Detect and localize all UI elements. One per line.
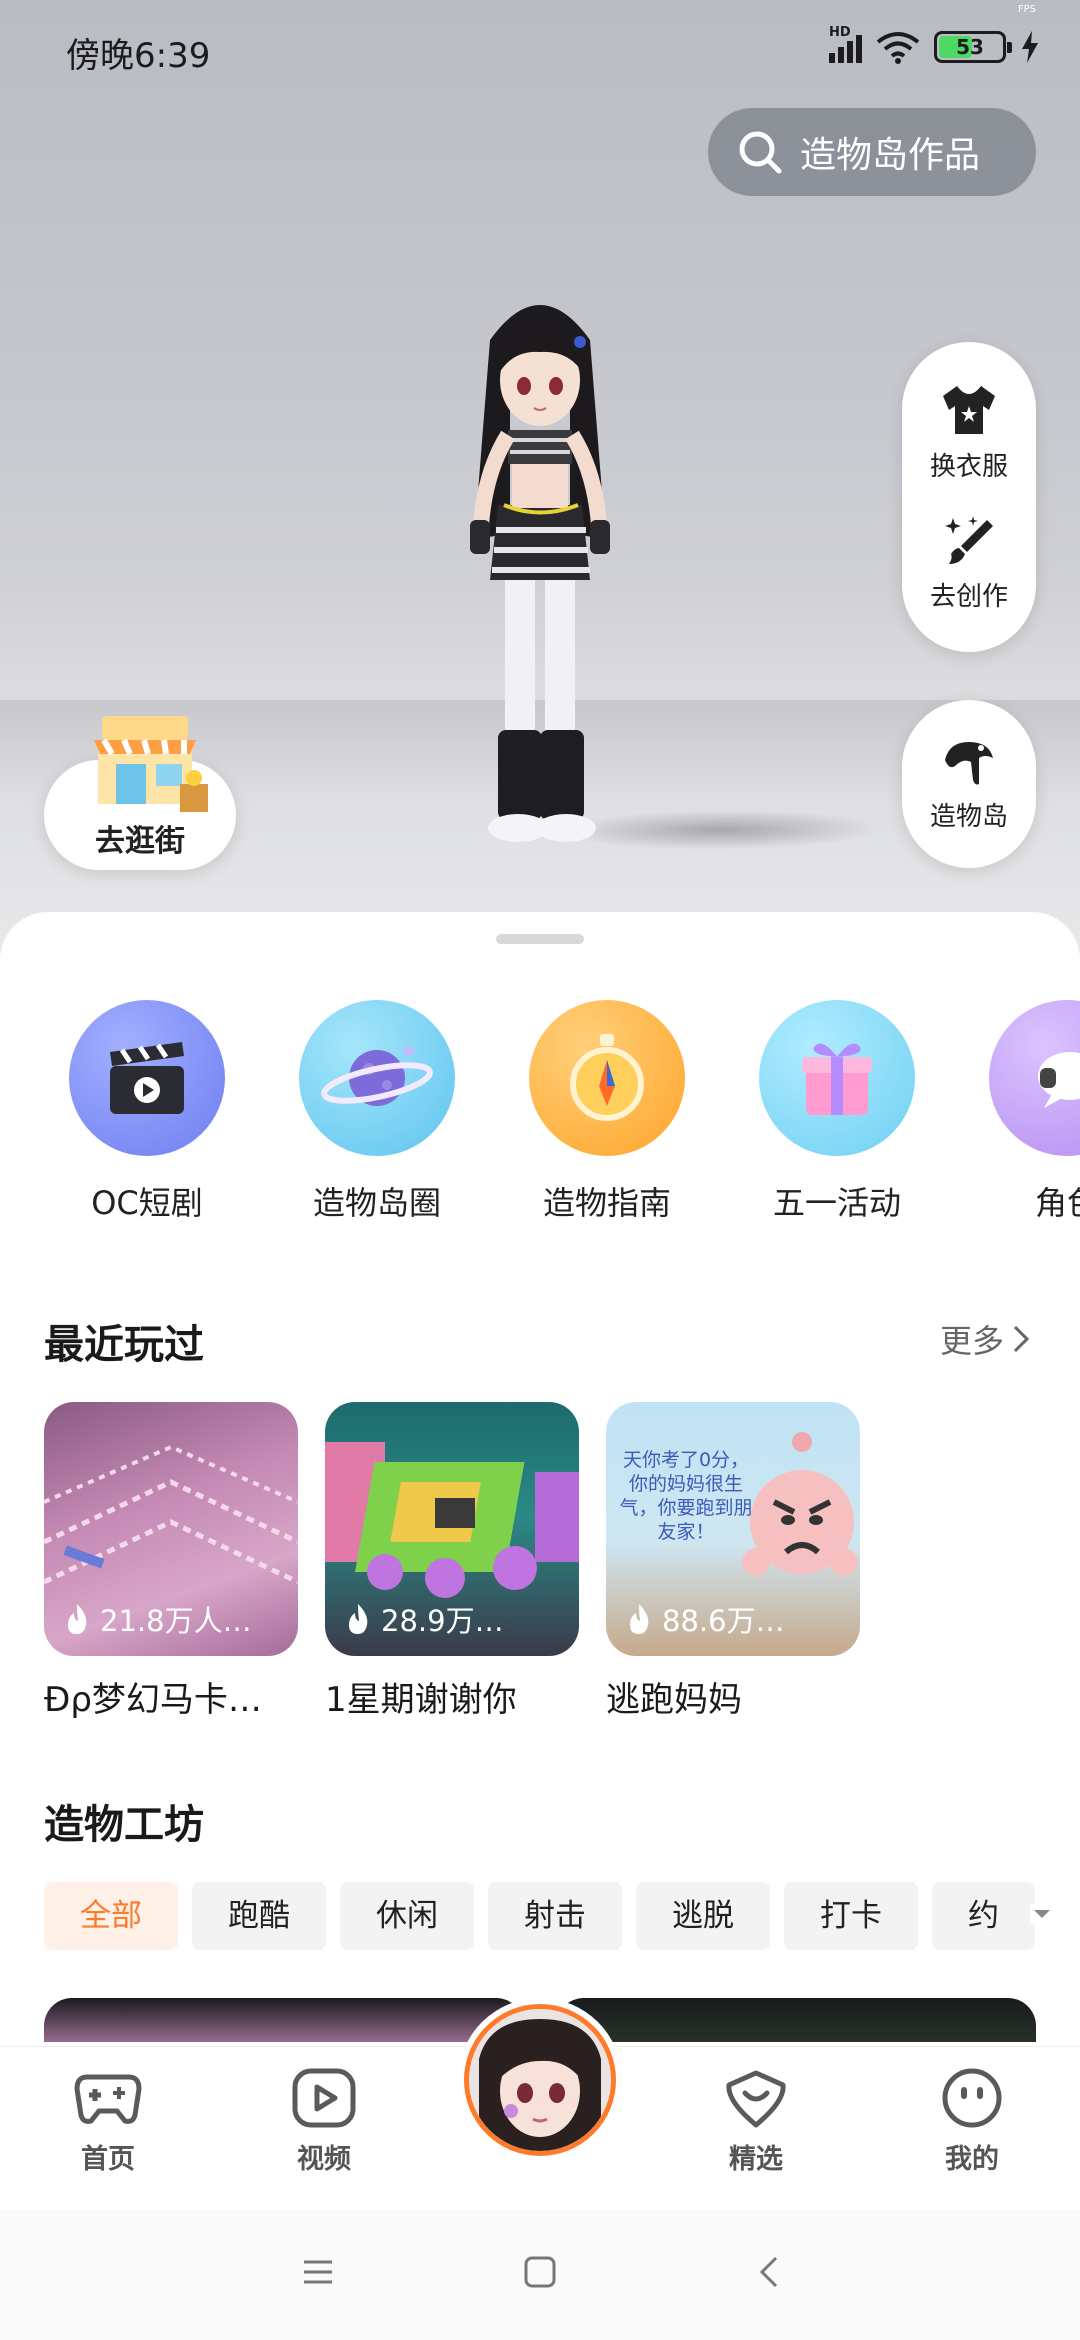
game-play-count: 21.8万人…: [100, 1604, 252, 1638]
smiley-icon: [942, 2068, 1002, 2128]
tshirt-icon: [943, 386, 995, 434]
nav-mine-label: 我的: [945, 2144, 999, 2175]
chevron-down-icon[interactable]: [1030, 1904, 1054, 1924]
flame-icon: [630, 1604, 649, 1634]
content-sheet: OC短剧 造物岛圈 造物指南 五一活动 角 最近玩过 更多 21.8万人… Ɖρ…: [0, 912, 1080, 2042]
side-action-panel: 换衣服 去创作: [902, 342, 1036, 652]
island-button[interactable]: 造物岛: [902, 700, 1036, 868]
category-chips: 全部 跑酷 休闲 射击 逃脱 打卡约: [44, 1882, 1044, 1952]
chip-all[interactable]: 全部: [44, 1882, 178, 1950]
nav-avatar-button[interactable]: [458, 1998, 622, 2162]
recent-section-title: 最近玩过: [44, 1322, 204, 1368]
go-shopping-label: 去逛街: [95, 824, 185, 859]
gift-icon: [759, 1000, 915, 1156]
go-shopping-button[interactable]: 去逛街: [44, 716, 236, 870]
shop-icon: [94, 716, 208, 812]
recent-game-card[interactable]: 天你考了0分，你的妈妈很生气，你要跑到朋友家！ 88.6万… 逃跑妈妈: [606, 1402, 860, 1721]
flame-icon: [68, 1604, 87, 1634]
nav-home[interactable]: 首页: [38, 2067, 178, 2176]
play-icon: [292, 2068, 356, 2128]
workshop-card-preview[interactable]: [556, 1998, 1036, 2042]
avatar-scene: 傍晚6:39 FPS HD 53 造物岛作品 换衣服 去创作 造物岛 去逛街: [0, 0, 1080, 960]
game-name: 逃跑妈妈: [606, 1680, 742, 1720]
workshop-section-title: 造物工坊: [44, 1802, 204, 1848]
quick-entry-label: 造物岛圈: [312, 1184, 441, 1222]
chip-more[interactable]: 约: [932, 1882, 1035, 1950]
quick-entry-label: 造物指南: [542, 1184, 671, 1222]
recent-game-card[interactable]: 21.8万人… Ɖρ梦幻马卡…: [44, 1402, 298, 1721]
island-icon: [945, 742, 993, 785]
magic-brush-icon: [945, 516, 993, 564]
chip-shooting[interactable]: 射击: [488, 1882, 622, 1950]
game-thumbnail: 21.8万人…: [44, 1402, 298, 1656]
nav-video[interactable]: 视频: [254, 2067, 394, 2176]
heart-chat-icon: [726, 2070, 786, 2128]
back-icon[interactable]: [752, 2254, 788, 2290]
planet-icon: [299, 1000, 455, 1156]
quick-entry-oc-drama[interactable]: OC短剧: [32, 1000, 262, 1224]
chip-casual[interactable]: 休闲: [340, 1882, 474, 1950]
nav-video-label: 视频: [297, 2144, 351, 2175]
avatar: [464, 2004, 616, 2156]
gamepad-icon: [74, 2074, 142, 2124]
nav-home-label: 首页: [81, 2144, 135, 2175]
chip-parkour[interactable]: 跑酷: [192, 1882, 326, 1950]
quick-entry-label: 角色: [1034, 1184, 1080, 1222]
game-play-count: 88.6万…: [662, 1604, 785, 1638]
quick-entry-may-day[interactable]: 五一活动: [722, 1000, 952, 1224]
chip-escape[interactable]: 逃脱: [636, 1882, 770, 1950]
home-icon[interactable]: [522, 2254, 558, 2290]
sheet-drag-handle[interactable]: [496, 934, 584, 944]
avatar-character[interactable]: [420, 280, 660, 860]
battery-icon: 53: [934, 31, 1012, 63]
more-label: 更多: [939, 1322, 1004, 1360]
quick-entry-guide[interactable]: 造物指南: [492, 1000, 722, 1224]
flame-icon: [349, 1604, 368, 1634]
fps-indicator: FPS: [1017, 4, 1036, 15]
go-create-label: 去创作: [929, 582, 1008, 612]
chevron-right-icon: [1013, 1325, 1030, 1353]
quick-entry-label: OC短剧: [91, 1184, 203, 1222]
quick-entry-label: 五一活动: [772, 1184, 901, 1222]
status-bar: 傍晚6:39 FPS HD 53: [0, 0, 1080, 100]
quick-entry-island-circle[interactable]: 造物岛圈: [262, 1000, 492, 1224]
nav-mine[interactable]: 我的: [902, 2067, 1042, 2176]
more-link[interactable]: 更多: [940, 1316, 1030, 1362]
clapperboard-icon: [69, 1000, 225, 1156]
workshop-card-preview[interactable]: [44, 1998, 524, 2042]
game-name: 1星期谢谢你: [325, 1680, 517, 1720]
change-outfit-label: 换衣服: [929, 452, 1008, 482]
recent-game-card[interactable]: 28.9万… 1星期谢谢你: [325, 1402, 579, 1721]
search-icon: [739, 131, 782, 174]
quick-entry-character[interactable]: 角色: [952, 1000, 1080, 1224]
nav-featured-label: 精选: [729, 2144, 783, 2175]
search-button[interactable]: 造物岛作品: [708, 108, 1036, 196]
charging-icon: [1022, 31, 1038, 63]
game-thumbnail: 天你考了0分，你的妈妈很生气，你要跑到朋友家！ 88.6万…: [606, 1402, 860, 1656]
change-outfit-button[interactable]: 换衣服: [902, 384, 1036, 483]
game-name: Ɖρ梦幻马卡…: [44, 1680, 262, 1720]
compass-icon: [529, 1000, 685, 1156]
cellular-signal-icon: HD: [829, 25, 862, 63]
chat-bubble-icon: [989, 1000, 1080, 1156]
status-time: 傍晚6:39: [66, 36, 211, 76]
menu-icon[interactable]: [300, 2254, 336, 2290]
search-label: 造物岛作品: [800, 135, 981, 176]
nav-featured[interactable]: 精选: [686, 2067, 826, 2176]
game-play-count: 28.9万…: [381, 1604, 504, 1638]
game-thumbnail: 28.9万…: [325, 1402, 579, 1656]
chip-checkin[interactable]: 打卡: [784, 1882, 918, 1950]
system-nav-bar: [0, 2210, 1080, 2340]
wifi-icon: [876, 32, 920, 64]
island-label: 造物岛: [929, 802, 1008, 832]
go-create-button[interactable]: 去创作: [902, 514, 1036, 613]
